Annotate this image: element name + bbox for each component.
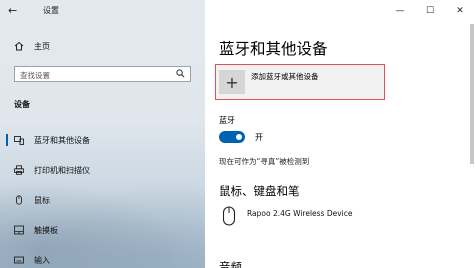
add-device-button[interactable]: + 添加蓝牙或其他设备: [215, 64, 385, 100]
search-placeholder: 查找设置: [20, 71, 50, 80]
sidebar-item-printers[interactable]: 打印机和扫描仪: [0, 161, 205, 179]
bluetooth-devices-icon: [14, 135, 24, 145]
home-icon: [14, 41, 24, 51]
sidebar-item-typing[interactable]: 输入: [0, 251, 205, 268]
window-title: 设置: [43, 6, 59, 15]
sidebar-item-label: 鼠标: [34, 195, 50, 205]
main-content: — ☐ ✕ 蓝牙和其他设备 + 添加蓝牙或其他设备 蓝牙 开 现在可作为“寻真”…: [205, 0, 475, 268]
touchpad-icon: [14, 225, 24, 235]
device-name[interactable]: Rapoo 2.4G Wireless Device: [247, 209, 353, 218]
sidebar-item-label: 主页: [34, 41, 50, 51]
search-icon[interactable]: [176, 69, 185, 78]
add-device-label: 添加蓝牙或其他设备: [251, 72, 319, 81]
close-icon[interactable]: ✕: [445, 0, 475, 22]
section-mouse-keyboard: 鼠标、键盘和笔: [219, 184, 300, 198]
toggle-state-label: 开: [255, 133, 263, 142]
minimize-icon[interactable]: —: [385, 0, 415, 22]
mouse-device-icon: [222, 206, 236, 226]
sidebar-item-label: 打印机和扫描仪: [34, 165, 90, 175]
sidebar-item-mouse[interactable]: 鼠标: [0, 191, 205, 209]
back-arrow-icon[interactable]: ←: [8, 5, 22, 17]
plus-icon: +: [219, 70, 245, 94]
section-heading: 设备: [14, 100, 30, 109]
maximize-icon[interactable]: ☐: [415, 0, 445, 22]
sidebar-item-touchpad[interactable]: 触摸板: [0, 221, 205, 239]
keyboard-icon: [14, 255, 24, 265]
title-bar: ← 设置: [0, 0, 205, 22]
sidebar-item-label: 输入: [34, 255, 50, 265]
printer-icon: [14, 165, 24, 175]
bluetooth-label: 蓝牙: [219, 116, 235, 125]
sidebar-item-bluetooth[interactable]: 蓝牙和其他设备: [0, 131, 205, 149]
sidebar-item-label: 蓝牙和其他设备: [34, 135, 90, 145]
sidebar-item-label: 触摸板: [34, 225, 58, 235]
discoverable-text: 现在可作为“寻真”被检测到: [219, 157, 310, 166]
scrollbar[interactable]: [470, 24, 474, 164]
bluetooth-toggle[interactable]: [219, 131, 245, 143]
toggle-knob: [236, 134, 242, 140]
mouse-icon: [14, 195, 24, 205]
page-title: 蓝牙和其他设备: [219, 40, 328, 58]
sidebar-item-home[interactable]: 主页: [0, 37, 205, 55]
window-controls: — ☐ ✕: [385, 0, 475, 22]
sidebar: ← 设置 主页 查找设置 设备 蓝牙和其他设备 打印机和扫描仪 鼠标 触摸板 输…: [0, 0, 205, 268]
section-audio: 音频: [219, 260, 242, 268]
search-input[interactable]: 查找设置: [14, 66, 191, 82]
